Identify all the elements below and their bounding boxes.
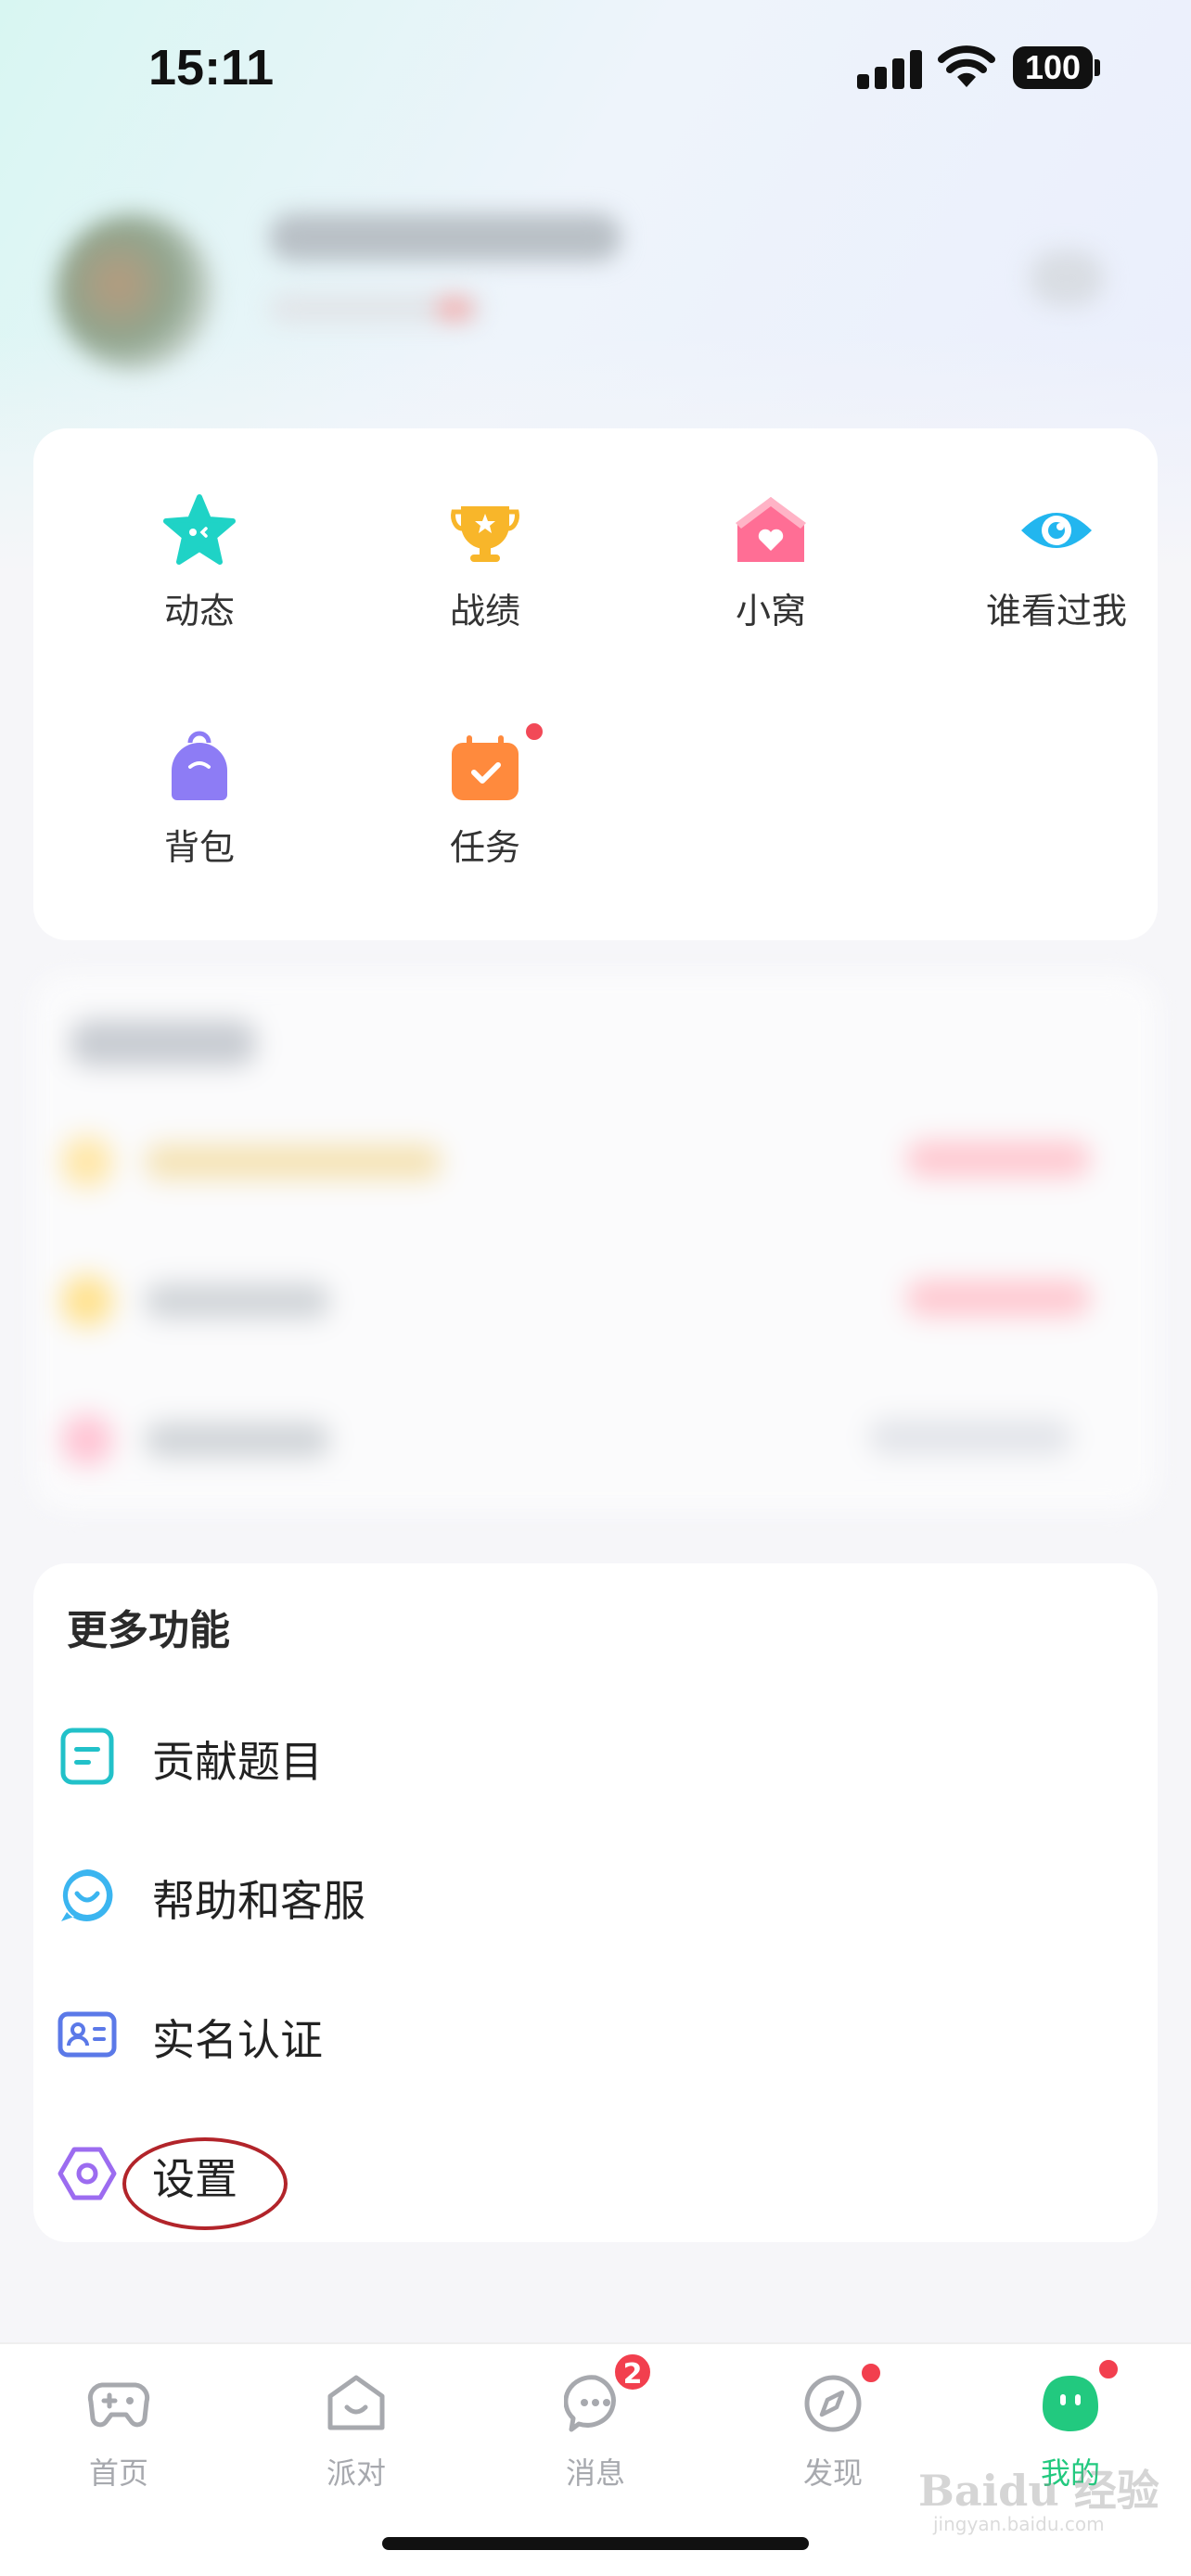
tab-label: 发现 xyxy=(802,2455,863,2491)
grid-label: 战绩 xyxy=(449,591,520,631)
battery-tip xyxy=(1095,59,1100,76)
annotation-circle xyxy=(122,2137,288,2230)
wifi-icon xyxy=(938,45,995,87)
profile-notification-dot xyxy=(1096,2357,1121,2381)
menu-item-contribute-questions[interactable]: 贡献题目 xyxy=(33,1701,1158,1812)
menu-item-help-support[interactable]: 帮助和客服 xyxy=(33,1840,1158,1951)
blurred-title xyxy=(70,1020,256,1066)
watermark-brand: Baidu 经验 xyxy=(918,2466,1159,2516)
star-face-icon xyxy=(163,494,236,565)
grid-item-backpack[interactable]: 背包 xyxy=(83,711,315,897)
menu-item-label: 实名认证 xyxy=(152,2015,323,2065)
tab-home[interactable]: 首页 xyxy=(26,2363,211,2502)
party-house-icon xyxy=(327,2375,385,2430)
discover-notification-dot xyxy=(859,2361,883,2385)
menu-item-label: 贡献题目 xyxy=(152,1737,323,1787)
profile-face-icon xyxy=(1043,2376,1098,2431)
blurred-row[interactable] xyxy=(52,1409,1137,1466)
message-count-badge: 2 xyxy=(612,2352,653,2392)
menu-item-label: 帮助和客服 xyxy=(152,1876,365,1926)
grid-label: 任务 xyxy=(449,827,520,868)
grid-label: 谁看过我 xyxy=(985,591,1127,631)
tab-discover[interactable]: 发现 xyxy=(740,2361,926,2502)
status-bar: 15:11 100 xyxy=(0,0,1191,139)
blurred-section xyxy=(33,974,1158,1511)
trophy-icon xyxy=(451,506,519,562)
grid-label: 小窝 xyxy=(735,591,806,631)
section-title: 更多功能 xyxy=(67,1607,230,1654)
quick-functions-card: 动态 战绩 小窝 谁看过我 背包 任务 xyxy=(33,428,1158,940)
user-name-blurred xyxy=(269,213,621,261)
compass-icon xyxy=(804,2375,862,2432)
gamepad-icon xyxy=(87,2382,150,2428)
status-time: 15:11 xyxy=(148,40,275,96)
hexagon-gear-icon xyxy=(58,2147,117,2200)
grid-label: 动态 xyxy=(163,591,235,631)
grid-item-tasks[interactable]: 任务 xyxy=(369,711,601,897)
blurred-row[interactable] xyxy=(52,1131,1137,1188)
tab-label: 消息 xyxy=(565,2455,625,2491)
eye-icon xyxy=(1021,513,1092,548)
house-heart-icon xyxy=(736,497,806,562)
chat-bubble-icon xyxy=(61,1869,113,1921)
document-icon xyxy=(60,1728,114,1785)
tab-party[interactable]: 派对 xyxy=(263,2363,449,2502)
avatar[interactable] xyxy=(56,213,213,371)
grid-item-nest[interactable]: 小窝 xyxy=(655,475,887,660)
battery-indicator: 100 xyxy=(1013,46,1093,89)
tab-label: 派对 xyxy=(326,2455,386,2491)
blurred-row[interactable] xyxy=(52,1270,1137,1327)
backpack-icon xyxy=(172,731,227,800)
task-notification-dot xyxy=(523,721,545,743)
grid-item-visitors[interactable]: 谁看过我 xyxy=(941,475,1172,660)
profile-arrow-blurred[interactable] xyxy=(1030,250,1104,306)
calendar-check-icon xyxy=(452,735,519,800)
watermark-url: jingyan.baidu.com xyxy=(933,2513,1105,2535)
grid-item-record[interactable]: 战绩 xyxy=(369,475,601,660)
id-card-icon xyxy=(58,2011,117,2058)
cellular-signal-icon xyxy=(857,48,922,89)
tab-messages[interactable]: 2 消息 xyxy=(503,2352,688,2502)
menu-item-real-name-verification[interactable]: 实名认证 xyxy=(33,1979,1158,2090)
home-indicator[interactable] xyxy=(382,2537,809,2550)
grid-item-dynamics[interactable]: 动态 xyxy=(83,475,315,660)
watermark: Baidu 经验 jingyan.baidu.com xyxy=(918,2457,1169,2541)
tab-label: 首页 xyxy=(88,2455,148,2491)
grid-label: 背包 xyxy=(163,827,235,868)
user-tag-blurred xyxy=(436,297,473,321)
profile-header[interactable] xyxy=(0,167,1191,408)
